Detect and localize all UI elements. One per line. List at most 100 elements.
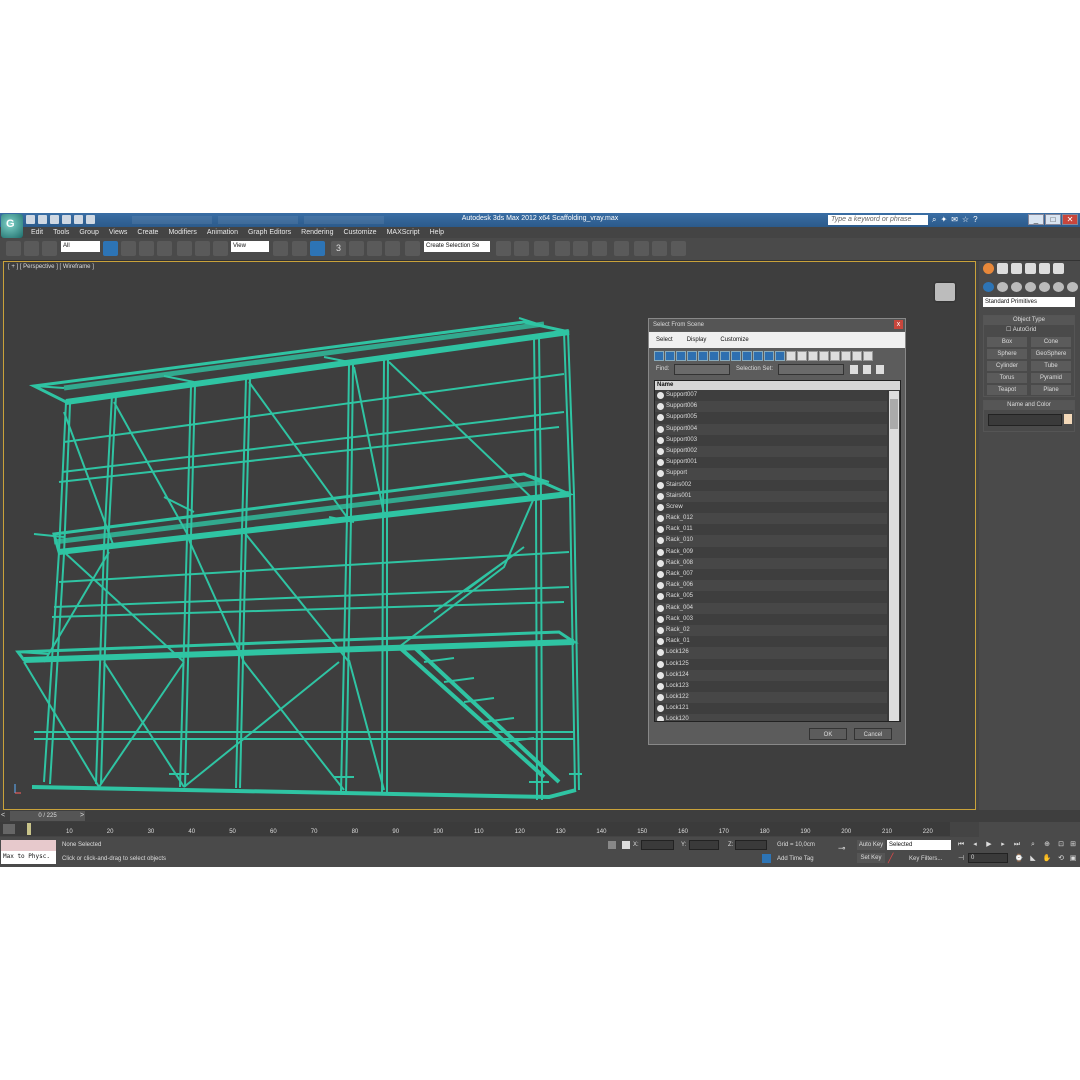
- sort-icon[interactable]: [863, 351, 873, 361]
- align-icon[interactable]: [514, 241, 529, 256]
- material-editor-icon[interactable]: [614, 241, 629, 256]
- app-logo-icon[interactable]: G: [1, 214, 23, 238]
- time-tag-icon[interactable]: [762, 854, 771, 863]
- window-crossing-icon[interactable]: [157, 241, 172, 256]
- list-item[interactable]: Support003: [655, 434, 887, 446]
- display-containers-icon[interactable]: [753, 351, 763, 361]
- unlink-icon[interactable]: [24, 241, 39, 256]
- reference-coord-dropdown[interactable]: View: [231, 241, 269, 252]
- time-slider-handle[interactable]: 0 / 225: [10, 811, 85, 821]
- slider-left-arrow-icon[interactable]: <: [1, 812, 5, 819]
- sphere-button[interactable]: Sphere: [987, 349, 1027, 359]
- display-hidden-icon[interactable]: [775, 351, 785, 361]
- cameras-icon[interactable]: [1025, 282, 1036, 292]
- teapot-button[interactable]: Teapot: [987, 385, 1027, 395]
- menu-views[interactable]: Views: [104, 227, 133, 238]
- list-item[interactable]: Lock124: [655, 669, 887, 681]
- list-item[interactable]: Stairs001: [655, 490, 887, 502]
- rectangular-selection-icon[interactable]: [139, 241, 154, 256]
- time-config-icon[interactable]: ⌚: [1014, 854, 1024, 864]
- display-shapes-icon[interactable]: [665, 351, 675, 361]
- geosphere-button[interactable]: GeoSphere: [1031, 349, 1071, 359]
- spacewarps-icon[interactable]: [1053, 282, 1064, 292]
- subscription-icon[interactable]: ✦: [940, 215, 947, 225]
- display-geometry-icon[interactable]: [654, 351, 664, 361]
- pan-icon[interactable]: ✋: [1042, 854, 1052, 864]
- communication-icon[interactable]: ✉: [951, 215, 958, 225]
- list-item[interactable]: Lock121: [655, 703, 887, 715]
- list-item[interactable]: Rack_012: [655, 513, 887, 525]
- list-item[interactable]: Rack_009: [655, 546, 887, 558]
- list-item[interactable]: Stairs002: [655, 479, 887, 491]
- maxscript-listener[interactable]: Max to Physc.: [1, 840, 56, 864]
- render-setup-icon[interactable]: [634, 241, 649, 256]
- key-icon[interactable]: ⊸: [838, 843, 846, 854]
- play-icon[interactable]: ▶: [984, 840, 994, 850]
- maximize-button[interactable]: □: [1045, 214, 1061, 225]
- category-dropdown[interactable]: Standard Primitives: [983, 297, 1075, 307]
- tube-button[interactable]: Tube: [1031, 361, 1071, 371]
- select-invert-icon[interactable]: [841, 351, 851, 361]
- menu-tools[interactable]: Tools: [48, 227, 74, 238]
- key-filters-button[interactable]: Key Filters...: [909, 856, 942, 862]
- dialog-menu-select[interactable]: Select: [649, 332, 680, 348]
- list-item[interactable]: Rack_010: [655, 535, 887, 547]
- list-item[interactable]: Lock120: [655, 714, 887, 721]
- key-mode-toggle-icon[interactable]: ⊣: [956, 854, 966, 864]
- menu-rendering[interactable]: Rendering: [296, 227, 338, 238]
- add-time-tag[interactable]: Add Time Tag: [777, 856, 814, 862]
- close-button[interactable]: ✕: [1062, 214, 1078, 225]
- field-of-view-icon[interactable]: ◣: [1028, 854, 1038, 864]
- dialog-menu-display[interactable]: Display: [680, 332, 714, 348]
- list-item[interactable]: Support004: [655, 423, 887, 435]
- display-frozen-icon[interactable]: [764, 351, 774, 361]
- dialog-close-button[interactable]: x: [894, 320, 903, 329]
- list-item[interactable]: Lock126: [655, 647, 887, 659]
- help-icon[interactable]: ?: [973, 215, 977, 225]
- geometry-icon[interactable]: [983, 282, 994, 292]
- y-coordinate-field[interactable]: [689, 840, 719, 850]
- selection-set-dropdown[interactable]: [778, 364, 844, 375]
- menu-maxscript[interactable]: MAXScript: [382, 227, 425, 238]
- list-item[interactable]: Rack_011: [655, 524, 887, 536]
- search-icon[interactable]: ⌕: [932, 215, 936, 225]
- box-button[interactable]: Box: [987, 337, 1027, 347]
- zoom-extents-all-icon[interactable]: ⊞: [1068, 840, 1078, 850]
- lights-icon[interactable]: [1011, 282, 1022, 292]
- display-bones-icon[interactable]: [742, 351, 752, 361]
- select-object-icon[interactable]: [103, 241, 118, 256]
- display-tab-icon[interactable]: [1039, 263, 1050, 274]
- favorites-icon[interactable]: ☆: [962, 215, 969, 225]
- selection-lock-icon[interactable]: [608, 841, 616, 849]
- display-all-icon[interactable]: [786, 351, 796, 361]
- filter-icon[interactable]: [852, 351, 862, 361]
- spinner-snap-icon[interactable]: [385, 241, 400, 256]
- name-column-header[interactable]: Name: [655, 381, 900, 390]
- list-item[interactable]: Lock123: [655, 680, 887, 693]
- display-helpers-icon[interactable]: [698, 351, 708, 361]
- list-item[interactable]: Rack_02: [655, 624, 887, 637]
- snaps-toggle-icon[interactable]: 3: [331, 241, 346, 256]
- scale-icon[interactable]: [213, 241, 228, 256]
- maximize-viewport-icon[interactable]: ▣: [1068, 854, 1078, 864]
- slider-right-arrow-icon[interactable]: >: [80, 812, 84, 819]
- modify-tab-icon[interactable]: [997, 263, 1008, 274]
- cylinder-button[interactable]: Cylinder: [987, 361, 1027, 371]
- edit-named-selection-icon[interactable]: [405, 241, 420, 256]
- display-xrefs-icon[interactable]: [731, 351, 741, 361]
- list-item[interactable]: Rack_008: [655, 557, 887, 569]
- selection-filter-dropdown[interactable]: All: [61, 241, 100, 252]
- display-lights-icon[interactable]: [676, 351, 686, 361]
- menu-group[interactable]: Group: [74, 227, 103, 238]
- time-slider[interactable]: < 0 / 225 >: [0, 810, 1080, 822]
- name-color-header[interactable]: Name and Color: [984, 401, 1074, 410]
- list-item[interactable]: Support005: [655, 412, 887, 424]
- orbit-icon[interactable]: ⟲: [1056, 854, 1066, 864]
- shapes-icon[interactable]: [997, 282, 1008, 292]
- list-item[interactable]: Lock122: [655, 692, 887, 704]
- rotate-icon[interactable]: [195, 241, 210, 256]
- hierarchy-tab-icon[interactable]: [1011, 263, 1022, 274]
- go-to-end-icon[interactable]: ⏭: [1012, 840, 1022, 850]
- display-none-icon[interactable]: [797, 351, 807, 361]
- render-production-icon[interactable]: [671, 241, 686, 256]
